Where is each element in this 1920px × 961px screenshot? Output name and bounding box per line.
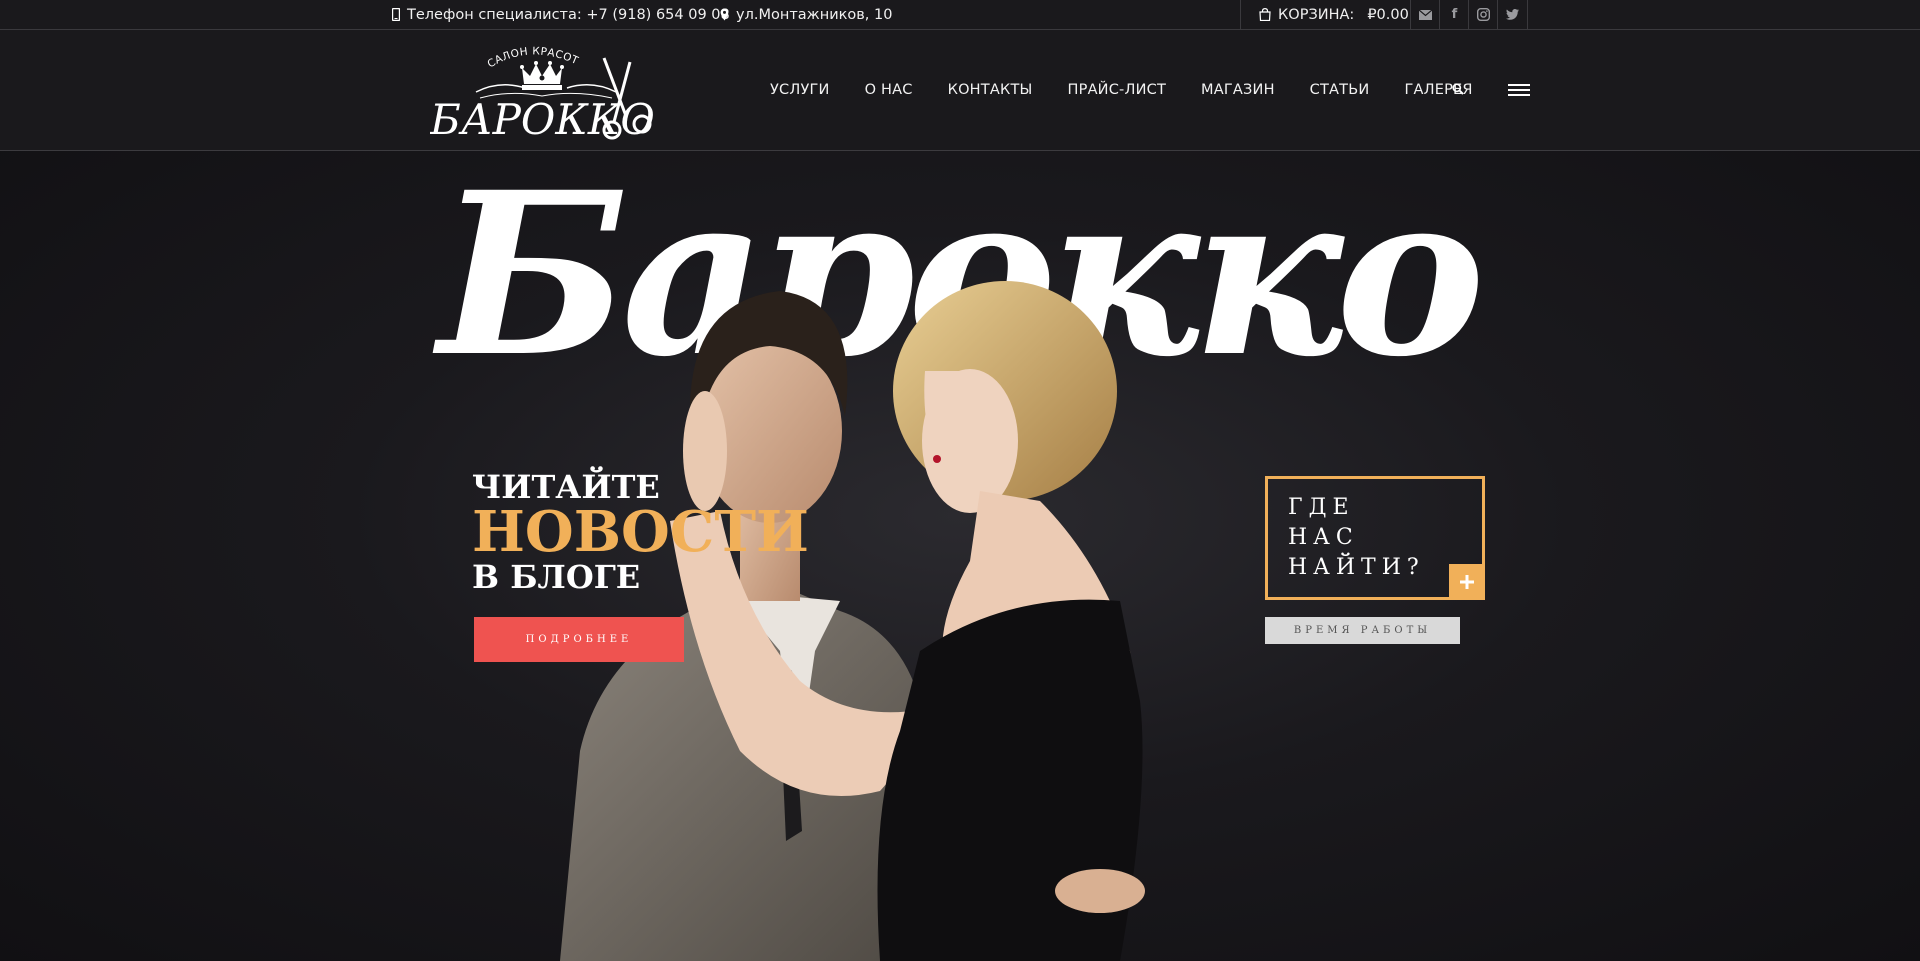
- find-us-text: ГДЕ НАС НАЙТИ?: [1288, 493, 1425, 583]
- shopping-bag-icon: [1259, 8, 1271, 21]
- working-hours-button[interactable]: ВРЕМЯ РАБОТЫ: [1265, 617, 1460, 644]
- more-button[interactable]: ПОДРОБНЕЕ: [474, 617, 684, 662]
- cart-amount: ₽0.00: [1367, 6, 1409, 23]
- site-logo[interactable]: САЛОН КРАСОТЫ БАРОККО: [425, 27, 670, 146]
- top-bar: Телефон специалиста: +7 (918) 654 09 08 …: [0, 0, 1920, 30]
- promo-line-news: НОВОСТИ: [472, 499, 809, 565]
- hamburger-menu-icon[interactable]: [1508, 84, 1530, 98]
- main-nav: УСЛУГИ О НАС КОНТАКТЫ ПРАЙС-ЛИСТ МАГАЗИН…: [770, 30, 1508, 150]
- find-us-plus-button[interactable]: [1449, 564, 1485, 600]
- find-us-box[interactable]: ГДЕ НАС НАЙТИ?: [1265, 476, 1485, 600]
- blog-promo: ЧИТАЙТЕ НОВОСТИ В БЛОГЕ: [472, 469, 809, 595]
- facebook-icon: f: [1451, 7, 1458, 22]
- twitter-icon: [1506, 9, 1519, 20]
- instagram-icon: [1477, 8, 1490, 21]
- nav-item-about[interactable]: О НАС: [865, 82, 913, 98]
- find-us-line: НАЙТИ?: [1288, 555, 1425, 580]
- email-link[interactable]: [1410, 0, 1440, 29]
- hero-couple-photo: [560, 281, 1145, 961]
- site-header: САЛОН КРАСОТЫ БАРОККО УСЛУГ: [0, 27, 1920, 151]
- plus-icon: [1460, 575, 1474, 589]
- logo-graphic: САЛОН КРАСОТЫ БАРОККО: [425, 27, 655, 144]
- nav-item-price-list[interactable]: ПРАЙС-ЛИСТ: [1068, 82, 1167, 98]
- cart-label: КОРЗИНА:: [1278, 6, 1355, 23]
- facebook-link[interactable]: f: [1439, 0, 1469, 29]
- mobile-phone-icon: [392, 8, 400, 21]
- cart-link[interactable]: КОРЗИНА: ₽0.00: [1240, 0, 1410, 29]
- instagram-link[interactable]: [1468, 0, 1498, 29]
- nav-item-articles[interactable]: СТАТЬИ: [1310, 82, 1370, 98]
- nav-item-shop[interactable]: МАГАЗИН: [1201, 82, 1275, 98]
- contact-address[interactable]: ул.Монтажников, 10: [720, 0, 892, 29]
- find-us-line: НАС: [1288, 525, 1359, 550]
- email-icon: [1419, 9, 1432, 20]
- contact-phone[interactable]: Телефон специалиста: +7 (918) 654 09 08: [392, 0, 730, 29]
- nav-item-services[interactable]: УСЛУГИ: [770, 82, 830, 98]
- map-pin-icon: [720, 8, 729, 21]
- search-button[interactable]: [1452, 80, 1468, 96]
- search-icon: [1452, 83, 1464, 95]
- address-text: ул.Монтажников, 10: [736, 6, 893, 23]
- svg-text:САЛОН КРАСОТЫ: САЛОН КРАСОТЫ: [430, 36, 580, 70]
- find-us-line: ГДЕ: [1288, 495, 1355, 520]
- phone-text: Телефон специалиста: +7 (918) 654 09 08: [407, 6, 730, 23]
- nav-item-contacts[interactable]: КОНТАКТЫ: [948, 82, 1033, 98]
- twitter-link[interactable]: [1497, 0, 1528, 29]
- crown-icon: [520, 61, 564, 90]
- hero-section: Барокко ЧИТАЙТЕ НОВОСТИ В БЛОГЕ: [0, 151, 1920, 961]
- logo-top-text: САЛОН КРАСОТЫ: [425, 27, 580, 70]
